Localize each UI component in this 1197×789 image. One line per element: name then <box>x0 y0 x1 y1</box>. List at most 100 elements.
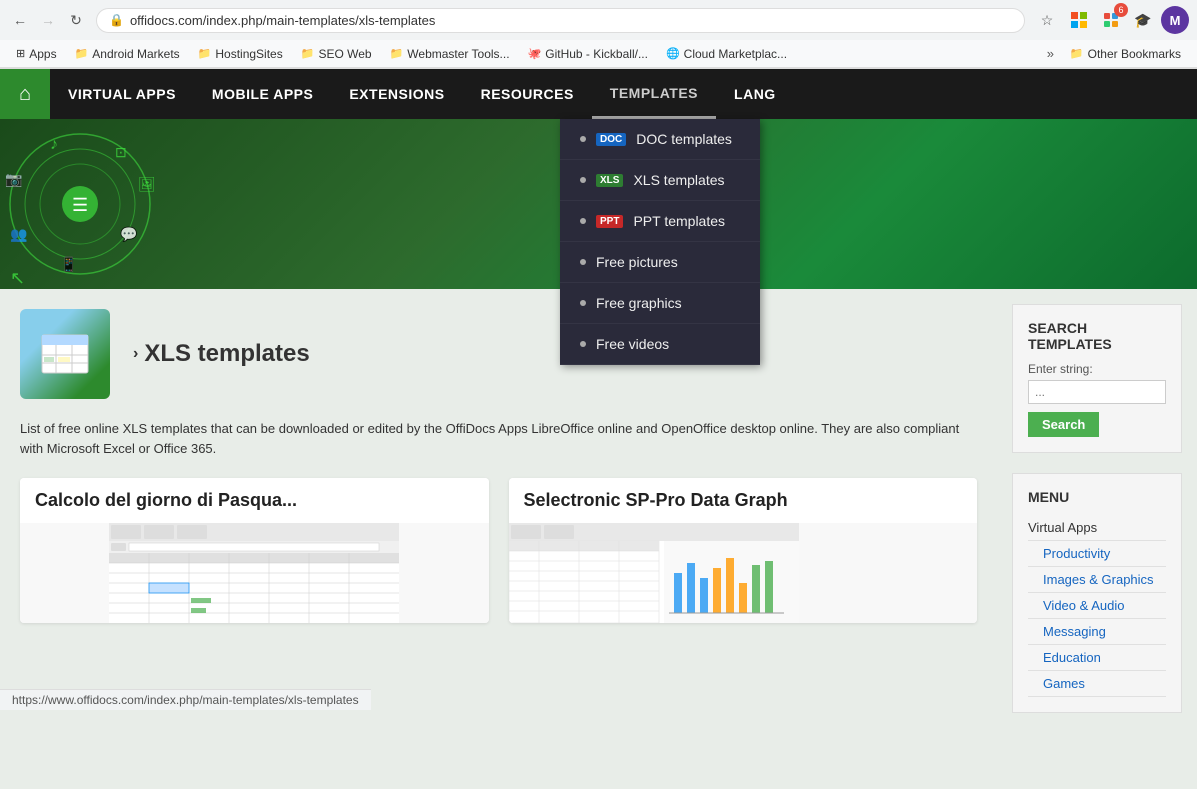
nav-extensions[interactable]: EXTENSIONS <box>331 69 462 119</box>
page-title: XLS templates <box>144 340 309 368</box>
templates-dropdown: DOC DOC templates XLS XLS templates PPT … <box>560 119 760 365</box>
ppt-templates-label: PPT templates <box>633 213 725 229</box>
bookmark-webmaster[interactable]: 📁 Webmaster Tools... <box>382 44 518 64</box>
dropdown-free-graphics[interactable]: Free graphics <box>560 283 760 324</box>
menu-messaging[interactable]: Messaging <box>1028 619 1166 645</box>
bookmark-hosting[interactable]: 📁 HostingSites <box>190 44 291 64</box>
svg-text:💬: 💬 <box>120 226 138 243</box>
xls-icon <box>20 309 110 399</box>
search-button[interactable]: Search <box>1028 412 1099 437</box>
bookmark-github-label: GitHub - Kickball/... <box>545 47 648 61</box>
chart-preview <box>509 523 799 623</box>
spreadsheet-icon <box>38 327 92 381</box>
card-2-image <box>509 523 978 623</box>
menu-title: MENU <box>1028 489 1166 505</box>
dropdown-doc-templates[interactable]: DOC DOC templates <box>560 119 760 160</box>
dot-icon-3 <box>580 218 586 224</box>
svg-text:⊡: ⊡ <box>115 144 127 160</box>
dot-icon-2 <box>580 177 586 183</box>
nav-virtual-apps[interactable]: VIRTUAL APPS <box>50 69 194 119</box>
free-videos-label: Free videos <box>596 336 669 352</box>
apps-grid-icon: ⊞ <box>16 47 25 60</box>
cloud-icon: 🌐 <box>666 47 680 60</box>
doc-templates-label: DOC templates <box>636 131 732 147</box>
nav-lang[interactable]: LANG <box>716 69 794 119</box>
folder-icon: 📁 <box>75 47 89 60</box>
hero-graphic: ♪ ⊡ 🖼 💬 📱 👥 📷 ☰ ↖ <box>0 119 260 289</box>
menu-productivity[interactable]: Productivity <box>1028 541 1166 567</box>
bookmark-other[interactable]: 📁 Other Bookmarks <box>1062 44 1189 64</box>
card-1-image <box>20 523 489 623</box>
bookmark-other-label: Other Bookmarks <box>1088 47 1181 61</box>
page-title-bar: › XLS templates <box>20 309 977 399</box>
page-description: List of free online XLS templates that c… <box>20 419 977 458</box>
refresh-button[interactable]: ↻ <box>64 8 88 32</box>
forward-button[interactable]: → <box>36 8 60 32</box>
menu-video-audio[interactable]: Video & Audio <box>1028 593 1166 619</box>
bookmark-seo-label: SEO Web <box>318 47 371 61</box>
dropdown-free-videos[interactable]: Free videos <box>560 324 760 365</box>
doc-badge: DOC <box>596 133 626 146</box>
menu-games[interactable]: Games <box>1028 671 1166 697</box>
home-button[interactable]: ⌂ <box>0 69 50 119</box>
nav-buttons: ← → ↻ <box>8 8 88 32</box>
lock-icon: 🔒 <box>109 13 124 27</box>
bookmark-seo[interactable]: 📁 SEO Web <box>293 44 380 64</box>
bookmark-webmaster-label: Webmaster Tools... <box>407 47 509 61</box>
search-label: Enter string: <box>1028 362 1166 376</box>
bookmark-android[interactable]: 📁 Android Markets <box>67 44 188 64</box>
extensions-button[interactable]: 6 <box>1097 6 1125 34</box>
github-icon: 🐙 <box>528 47 542 60</box>
hero-image: ♪ ⊡ 🖼 💬 📱 👥 📷 ☰ ↖ <box>0 119 260 289</box>
profile-button[interactable]: M <box>1161 6 1189 34</box>
template-card-2[interactable]: Selectronic SP-Pro Data Graph <box>509 478 978 623</box>
search-input[interactable] <box>1028 380 1166 404</box>
card-2-preview <box>509 523 978 623</box>
folder3-icon: 📁 <box>301 47 315 60</box>
menu-images-graphics[interactable]: Images & Graphics <box>1028 567 1166 593</box>
svg-text:👥: 👥 <box>10 226 27 243</box>
nav-mobile-apps[interactable]: MOBILE APPS <box>194 69 331 119</box>
template-card-1[interactable]: Calcolo del giorno di Pasqua... <box>20 478 489 623</box>
search-box-title: SEARCH TEMPLATES <box>1028 320 1166 352</box>
url-input[interactable] <box>130 13 1012 28</box>
nav-templates[interactable]: TEMPLATES <box>592 69 716 119</box>
windows-icon[interactable] <box>1065 6 1093 34</box>
bookmark-apps[interactable]: ⊞ Apps <box>8 44 65 64</box>
card-2-title: Selectronic SP-Pro Data Graph <box>509 478 978 523</box>
ppt-badge: PPT <box>596 215 623 228</box>
dropdown-free-pictures[interactable]: Free pictures <box>560 242 760 283</box>
xls-badge: XLS <box>596 174 623 187</box>
dropdown-xls-templates[interactable]: XLS XLS templates <box>560 160 760 201</box>
bookmark-github[interactable]: 🐙 GitHub - Kickball/... <box>520 44 656 64</box>
svg-text:♪: ♪ <box>50 136 58 153</box>
address-bar[interactable]: 🔒 <box>96 8 1025 33</box>
cards-grid: Calcolo del giorno di Pasqua... <box>20 478 977 623</box>
folder2-icon: 📁 <box>198 47 212 60</box>
free-graphics-label: Free graphics <box>596 295 682 311</box>
graduation-icon[interactable]: 🎓 <box>1129 6 1157 34</box>
search-box: SEARCH TEMPLATES Enter string: Search <box>1012 304 1182 453</box>
back-button[interactable]: ← <box>8 8 32 32</box>
dot-icon-5 <box>580 300 586 306</box>
svg-text:📱: 📱 <box>60 256 77 273</box>
nav-resources[interactable]: RESOURCES <box>463 69 592 119</box>
menu-box: MENU Virtual Apps Productivity Images & … <box>1012 473 1182 713</box>
dropdown-ppt-templates[interactable]: PPT PPT templates <box>560 201 760 242</box>
bookmark-apps-label: Apps <box>29 47 56 61</box>
svg-text:📷: 📷 <box>5 171 22 188</box>
dot-icon-4 <box>580 259 586 265</box>
menu-virtual-apps[interactable]: Virtual Apps <box>1028 515 1166 541</box>
badge-count: 6 <box>1114 3 1128 17</box>
star-button[interactable]: ☆ <box>1033 6 1061 34</box>
menu-education[interactable]: Education <box>1028 645 1166 671</box>
free-pictures-label: Free pictures <box>596 254 678 270</box>
page-title-wrapper: › XLS templates <box>133 340 310 368</box>
card-1-title: Calcolo del giorno di Pasqua... <box>20 478 489 523</box>
bookmark-android-label: Android Markets <box>92 47 179 61</box>
more-bookmarks-button[interactable]: » <box>1041 43 1060 64</box>
bookmark-cloud[interactable]: 🌐 Cloud Marketplac... <box>658 44 795 64</box>
other-bookmarks-icon: 📁 <box>1070 47 1084 60</box>
dot-icon <box>580 136 586 142</box>
xls-templates-label: XLS templates <box>633 172 724 188</box>
